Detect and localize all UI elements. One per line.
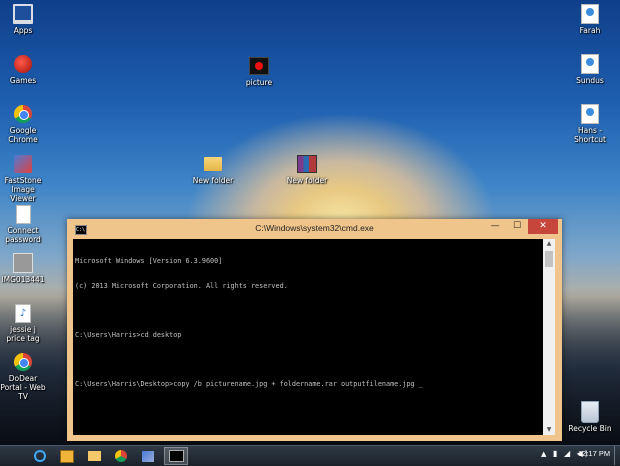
taskbar-photo-viewer[interactable] (136, 447, 160, 465)
desktop-icon-label: Hans - Shortcut (574, 126, 606, 144)
text-cursor: _ (418, 380, 423, 389)
console-command: C:\Users\Harris\Desktop>copy /b picturen… (75, 380, 415, 389)
desktop-icon-farah[interactable]: Farah (562, 4, 618, 35)
desktop-icon-connect-password[interactable]: Connect password (0, 204, 51, 244)
desktop-icon-label: Games (9, 76, 37, 85)
desktop-icon-label: Farah (579, 26, 601, 35)
rar-archive-icon (297, 154, 317, 174)
desktop-icon-sundus[interactable]: Sundus (562, 54, 618, 85)
games-icon (13, 54, 33, 74)
console-prompt-line[interactable]: C:\Users\Harris\Desktop>copy /b picturen… (75, 380, 423, 388)
desktop-icon-apps[interactable]: Apps (0, 4, 51, 35)
console-line: C:\Users\Harris>cd desktop (75, 331, 182, 340)
user-folder-icon (580, 4, 600, 24)
cmd-titlebar[interactable]: C:\ C:\Windows\system32\cmd.exe — ☐ ✕ (67, 219, 562, 239)
taskbar-cmd[interactable] (164, 447, 188, 465)
picture-icon (249, 56, 269, 76)
desktop-icon-new-folder[interactable]: New folder (185, 154, 241, 185)
chrome-icon (13, 104, 33, 124)
chrome-icon (13, 352, 33, 372)
cmd-icon (168, 450, 184, 462)
minimize-button[interactable]: — (484, 219, 506, 234)
internet-explorer-icon (34, 450, 46, 462)
shortcut-icon (580, 104, 600, 124)
media-player-icon (60, 449, 74, 463)
desktop-icon-jessie-j[interactable]: ♪ jessie j price tag (0, 303, 51, 343)
desktop-icon-label: FastStone Image Viewer (4, 176, 42, 203)
taskbar-clock[interactable]: 12:17 PM (578, 449, 610, 458)
taskbar-media-player[interactable] (55, 447, 79, 465)
photo-viewer-icon (142, 450, 154, 462)
show-hidden-icons-button[interactable]: ▲ (541, 450, 546, 458)
desktop-icon-dodear-portal[interactable]: DoDear Portal - Web TV (0, 352, 51, 401)
desktop-icon-label: IMG013441 (1, 275, 45, 284)
console-line: (c) 2013 Microsoft Corporation. All righ… (75, 282, 288, 290)
desktop-icon-img013441[interactable]: IMG013441 (0, 253, 51, 284)
desktop-icon-hans-shortcut[interactable]: Hans - Shortcut (562, 104, 618, 144)
apps-icon (13, 4, 33, 24)
scroll-up-arrow-icon[interactable]: ▲ (543, 239, 555, 249)
desktop-icon-label: Sundus (576, 76, 604, 85)
desktop-icon-label: New folder (286, 176, 328, 185)
user-folder-icon (580, 54, 600, 74)
document-icon (13, 204, 33, 224)
file-explorer-icon (87, 451, 101, 461)
desktop-icon-label: New folder (192, 176, 234, 185)
scroll-thumb[interactable] (545, 251, 553, 267)
console-line: Microsoft Windows [Version 6.3.9600] (75, 257, 223, 266)
cmd-window[interactable]: C:\ C:\Windows\system32\cmd.exe — ☐ ✕ Mi… (67, 219, 562, 441)
vertical-scrollbar[interactable]: ▲ ▼ (543, 239, 555, 435)
audio-file-icon: ♪ (13, 303, 33, 323)
desktop-icon-label: picture (245, 78, 273, 87)
desktop-icon-label: Apps (13, 26, 33, 35)
desktop-icon-label: DoDear Portal - Web TV (0, 374, 46, 401)
desktop-icon-games[interactable]: Games (0, 54, 51, 85)
desktop-icon-new-folder-rar[interactable]: New folder (279, 154, 335, 185)
cmd-console[interactable]: Microsoft Windows [Version 6.3.9600] (c)… (73, 239, 555, 435)
image-file-icon (13, 253, 33, 273)
taskbar-internet-explorer[interactable] (28, 447, 52, 465)
desktop-icon-picture[interactable]: picture (231, 56, 287, 87)
desktop-icon-label: Recycle Bin (568, 424, 612, 433)
desktop-icon-faststone[interactable]: FastStone Image Viewer (0, 154, 51, 203)
desktop-icon-google-chrome[interactable]: Google Chrome (0, 104, 51, 144)
taskbar-chrome[interactable] (109, 447, 133, 465)
show-desktop-button[interactable] (614, 446, 620, 465)
scroll-down-arrow-icon[interactable]: ▼ (543, 425, 555, 435)
faststone-icon (13, 154, 33, 174)
recycle-bin-icon (580, 401, 600, 423)
window-controls: — ☐ ✕ (484, 219, 558, 234)
desktop-icon-recycle-bin[interactable]: Recycle Bin (562, 401, 618, 433)
taskbar-file-explorer[interactable] (82, 447, 106, 465)
folder-icon (203, 154, 223, 174)
desktop-icon-label: Connect password (5, 226, 41, 244)
chrome-icon (115, 450, 127, 462)
close-button[interactable]: ✕ (528, 219, 558, 234)
console-output: Microsoft Windows [Version 6.3.9600] (c)… (75, 241, 423, 405)
desktop-icon-label: Google Chrome (8, 126, 38, 144)
maximize-button[interactable]: ☐ (506, 219, 528, 234)
desktop-icon-label: jessie j price tag (6, 325, 40, 343)
